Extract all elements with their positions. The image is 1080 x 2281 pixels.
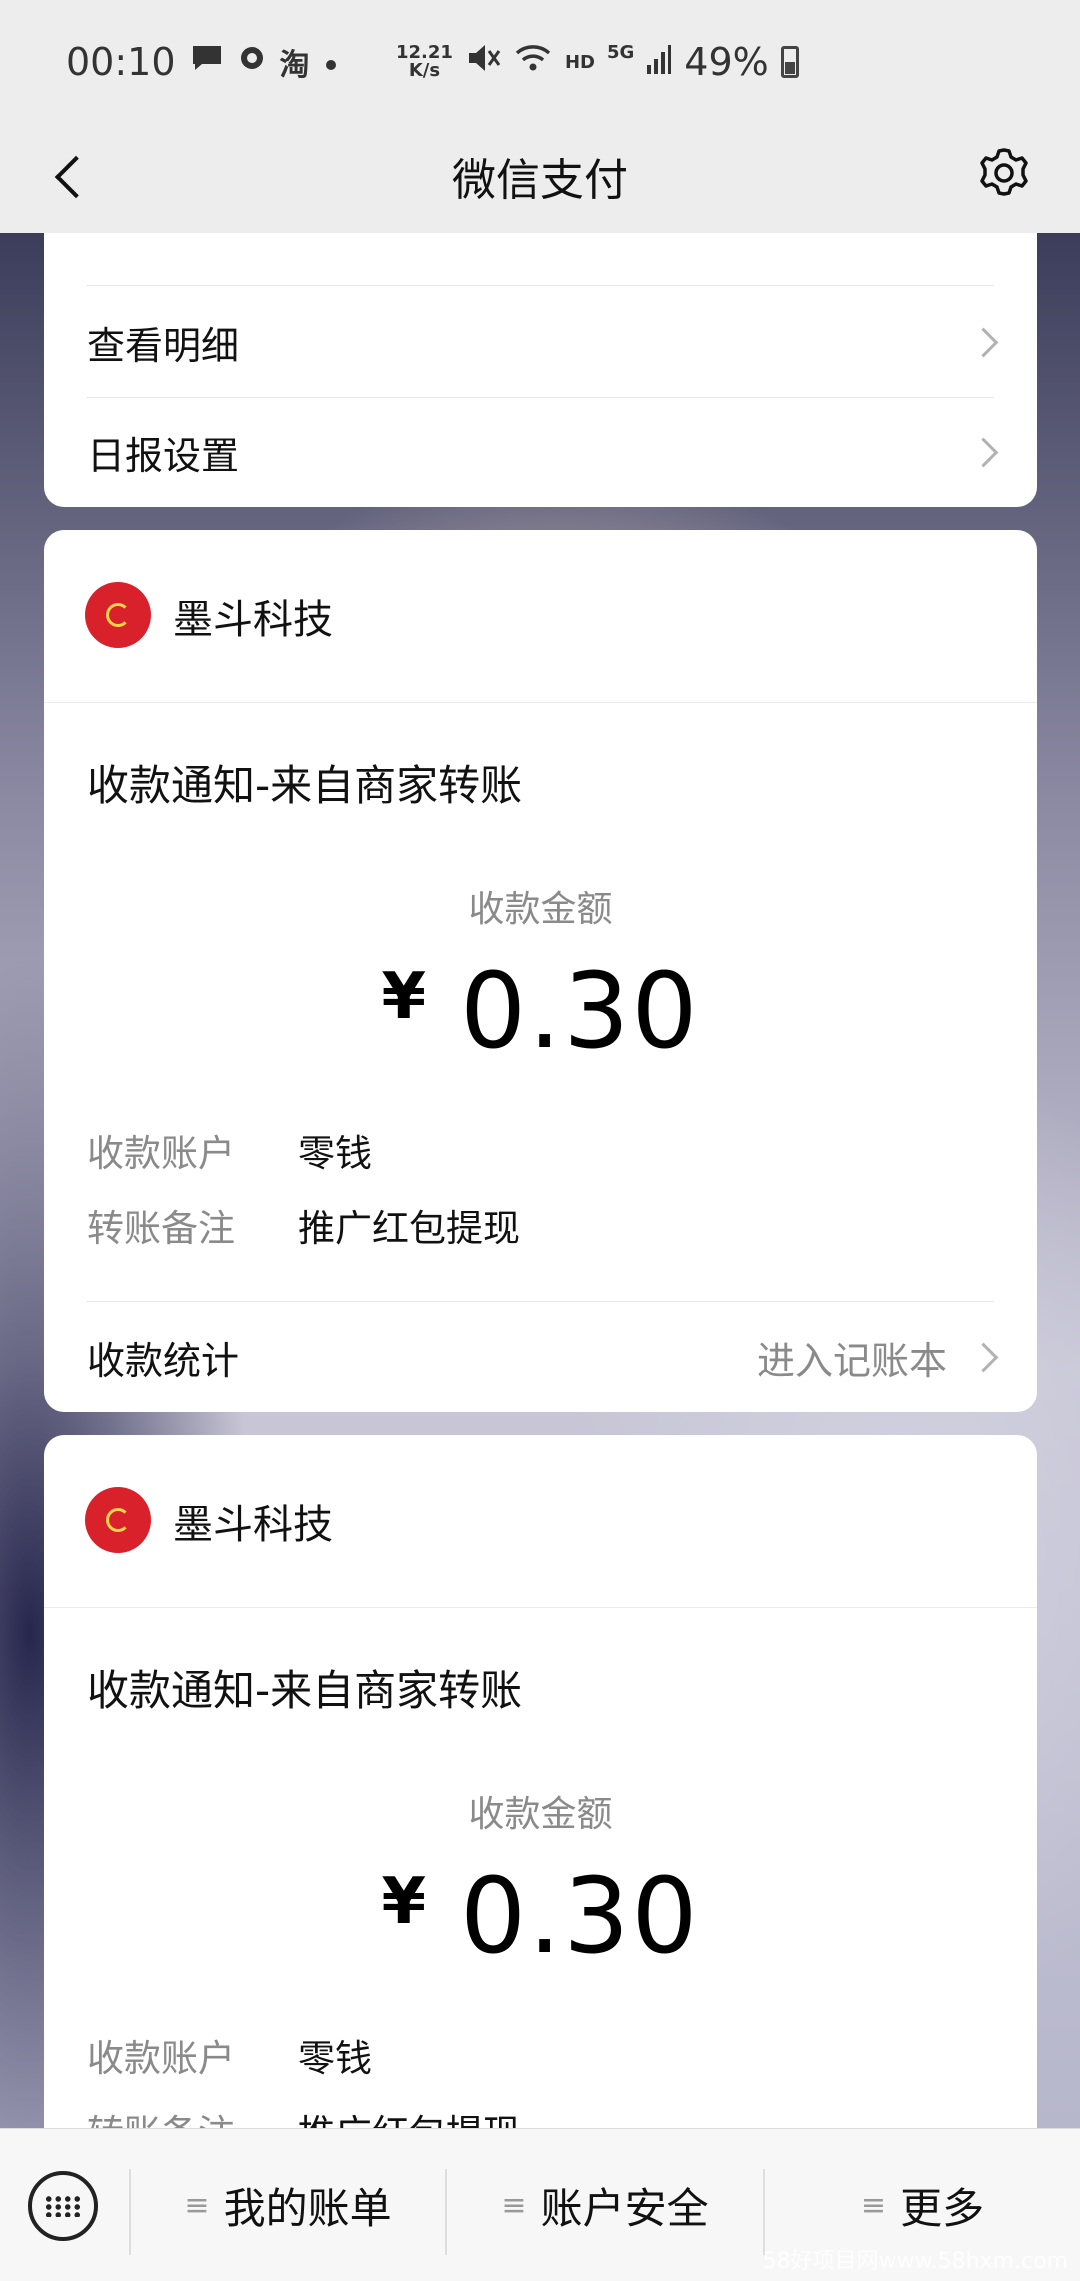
tab-my-bills[interactable]: ≡ 我的账单 (131, 2129, 445, 2281)
battery-icon (780, 46, 799, 78)
receipt-stats-row[interactable]: 收款统计 进入记账本 (87, 1302, 999, 1412)
nav-bar: 微信支付 (0, 120, 1080, 233)
merchant-header: 墨斗科技 (44, 1435, 1037, 1605)
merchant-name: 墨斗科技 (173, 1502, 333, 1548)
remark-label: 转账备注 (87, 1207, 235, 1250)
menu-icon: ≡ (184, 2187, 210, 2223)
settings-gear-icon[interactable] (973, 142, 1035, 204)
amount-display: ¥0.30 (44, 1855, 1037, 1977)
notification-title: 收款通知-来自商家转账 (87, 1666, 523, 1715)
notification-title: 收款通知-来自商家转账 (87, 761, 523, 810)
menu-item-label: 查看明细 (87, 323, 240, 368)
currency-symbol: ¥ (381, 1865, 426, 1939)
menu-item-daily-report-settings[interactable]: 日报设置 (87, 397, 999, 507)
page-title: 微信支付 (452, 155, 628, 206)
tab-label: 我的账单 (223, 2183, 392, 2233)
account-value: 零钱 (298, 1132, 372, 1175)
taobao-icon: 淘 (279, 48, 310, 83)
stats-label: 收款统计 (87, 1338, 240, 1383)
battery-percent: 49% (684, 40, 769, 84)
amount-label: 收款金额 (468, 889, 613, 930)
wifi-icon (513, 40, 553, 84)
watermark: 58好项目网www.58hxm.com (762, 2249, 1068, 2274)
summary-menu-card: 查看明细 日报设置 (44, 233, 1037, 507)
dot-icon (324, 45, 338, 80)
account-value: 零钱 (298, 2037, 372, 2080)
amount-label: 收款金额 (468, 1794, 613, 1835)
account-label: 收款账户 (87, 2037, 235, 2080)
open-ledger-label: 进入记账本 (756, 1338, 947, 1383)
account-row: 收款账户 零钱 (87, 1123, 372, 1177)
remark-row: 转账备注 推广红包提现 (87, 1198, 520, 1252)
speed-unit: K/s (408, 60, 441, 81)
menu-icon: ≡ (501, 2187, 527, 2223)
keyboard-toggle-icon[interactable] (28, 2171, 98, 2241)
mute-icon (465, 40, 501, 84)
chevron-right-icon (968, 437, 999, 467)
payment-notification-card[interactable]: 墨斗科技 收款通知-来自商家转账 收款金额 ¥0.30 收款账户 零钱 转账备注… (44, 1435, 1037, 2175)
chat-bubble-icon (190, 43, 224, 81)
remark-value: 推广红包提现 (298, 1207, 520, 1250)
amount-value: 0.30 (459, 1855, 700, 1977)
merchant-name: 墨斗科技 (173, 597, 333, 643)
amount-display: ¥0.30 (44, 950, 1037, 1072)
tab-label: 账户安全 (540, 2183, 709, 2233)
amount-value: 0.30 (459, 950, 700, 1072)
chevron-right-icon (968, 327, 999, 357)
account-label: 收款账户 (87, 1132, 235, 1175)
network-speed: 12.21 K/s (396, 44, 453, 80)
divider (44, 702, 1037, 703)
chevron-right-icon (968, 1342, 999, 1372)
menu-item-label: 日报设置 (87, 433, 240, 478)
payment-notification-card[interactable]: 墨斗科技 收款通知-来自商家转账 收款金额 ¥0.30 收款账户 零钱 转账备注… (44, 530, 1037, 1412)
divider (44, 1607, 1037, 1608)
circle-icon (238, 44, 266, 80)
account-row: 收款账户 零钱 (87, 2028, 372, 2082)
tab-label: 更多 (900, 2183, 985, 2233)
currency-symbol: ¥ (381, 960, 426, 1034)
status-bar: 00:10 淘 12.21 K/s HD 5G 49% (0, 0, 1080, 120)
signal-icon (646, 40, 672, 84)
menu-icon: ≡ (860, 2187, 887, 2223)
hd-indicator: HD (564, 51, 595, 73)
status-time: 00:10 (66, 40, 176, 84)
merchant-logo (85, 582, 151, 648)
menu-item-view-details[interactable]: 查看明细 (87, 287, 999, 397)
open-ledger-link[interactable]: 进入记账本 (756, 1330, 999, 1385)
tab-account-security[interactable]: ≡ 账户安全 (447, 2129, 763, 2281)
merchant-header: 墨斗科技 (44, 530, 1037, 700)
merchant-logo (85, 1487, 151, 1553)
divider (87, 285, 994, 286)
network-type: 5G (606, 41, 635, 63)
bottom-menu-bar: ≡ 我的账单 ≡ 账户安全 ≡ 更多 58好项目网www.58hxm.com (0, 2128, 1080, 2281)
